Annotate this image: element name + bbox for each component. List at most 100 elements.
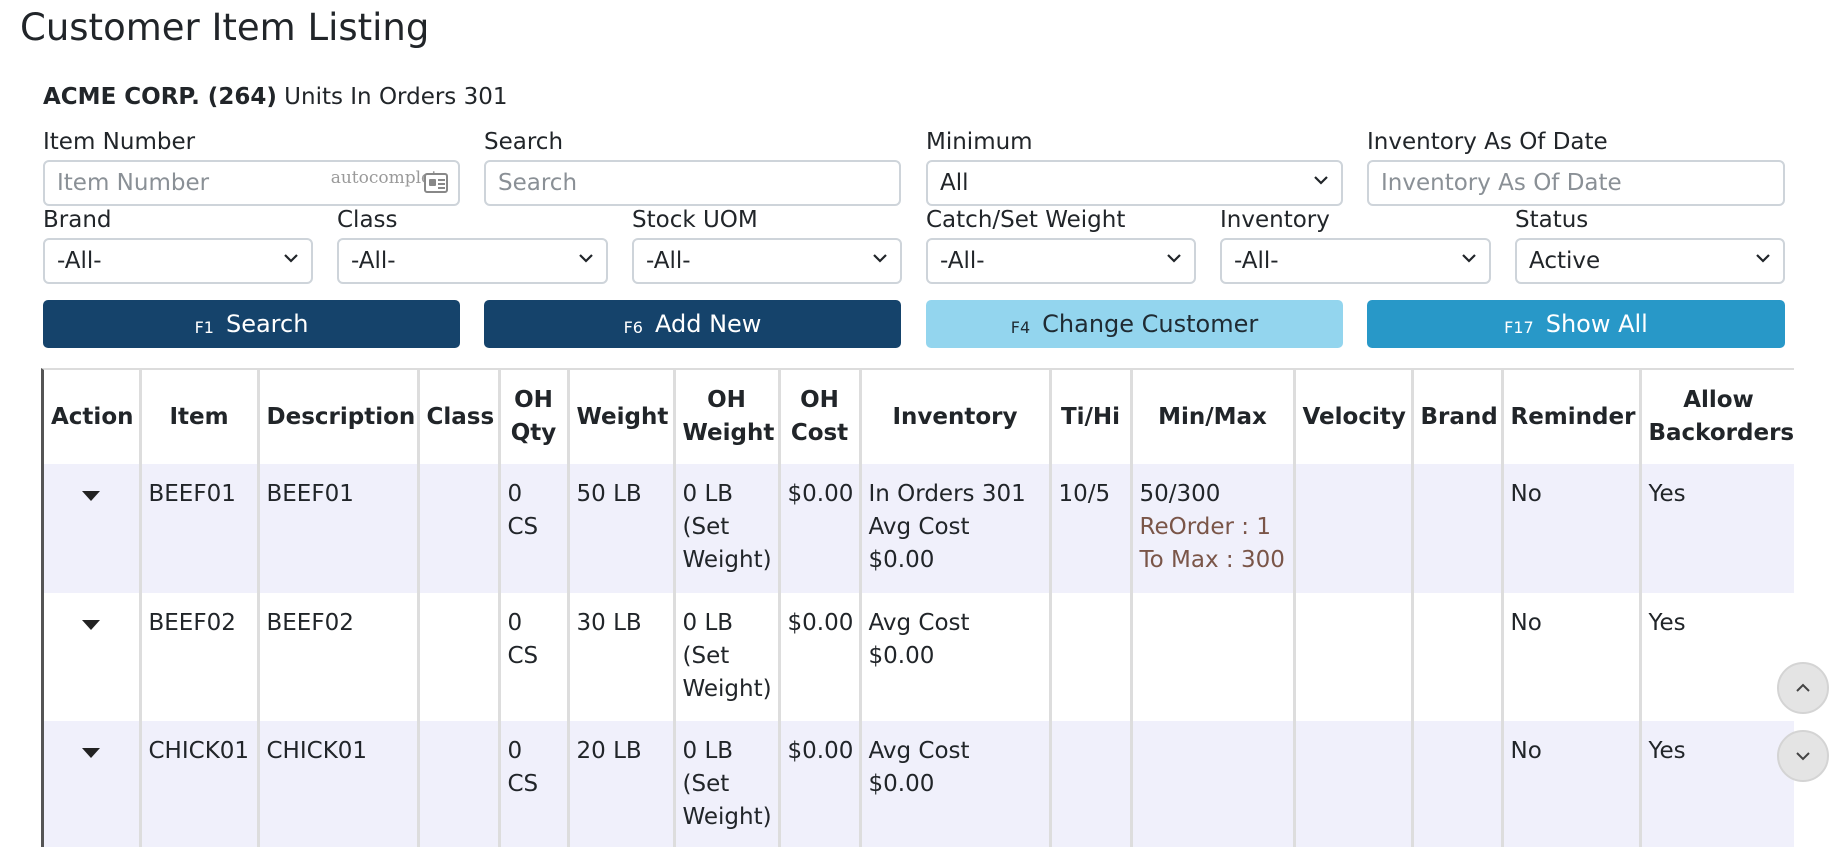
catch-weight-field: Catch/Set Weight -All- — [926, 206, 1196, 284]
cell-description: CHICK01 — [258, 721, 420, 847]
inventory-line: Avg Cost $0.00 — [868, 610, 970, 669]
show-all-button-label: Show All — [1545, 310, 1648, 338]
chevron-down-icon — [1313, 172, 1329, 192]
header-velocity[interactable]: Velocity — [1294, 370, 1414, 464]
item-number-label: Item Number — [43, 129, 196, 155]
oh-weight-line: Weight) — [682, 804, 772, 830]
oh-weight-line: (Set — [682, 771, 730, 797]
chevron-down-icon — [872, 250, 888, 270]
class-label: Class — [337, 207, 398, 233]
cell-item: CHICK01 — [140, 721, 260, 847]
cell-min-max: 50/300 ReOrder : 1 To Max : 300 — [1131, 464, 1296, 593]
header-action[interactable]: Action — [44, 370, 142, 464]
item-table-container: Action Item Description Class OH Qty Weig… — [41, 368, 1794, 847]
cell-oh-qty: 0 CS — [499, 721, 570, 847]
cell-item: BEEF01 — [140, 464, 260, 593]
cell-oh-cost: $0.00 — [779, 593, 862, 721]
add-new-button[interactable]: F6 Add New — [484, 300, 901, 348]
cell-velocity — [1294, 593, 1414, 721]
header-reminder[interactable]: Reminder — [1502, 370, 1642, 464]
contact-card-icon[interactable] — [424, 173, 448, 193]
inventory-field: Inventory -All- — [1220, 206, 1491, 284]
table-row[interactable]: CHICK01 CHICK01 0 CS 20 LB 0 LB (Set Weigh… — [44, 721, 1794, 847]
catch-weight-value: -All- — [940, 248, 985, 274]
cell-description: BEEF02 — [258, 593, 420, 721]
search-field: Search Search — [484, 128, 901, 206]
header-item[interactable]: Item — [140, 370, 260, 464]
header-allow-backorders[interactable]: Allow Backorders — [1640, 370, 1794, 464]
chevron-down-icon — [1755, 250, 1771, 270]
table-row[interactable]: BEEF01 BEEF01 0 CS 50 LB 0 LB (Set Weight)… — [44, 464, 1794, 593]
show-all-shortcut: F17 — [1504, 317, 1534, 337]
scroll-down-button[interactable] — [1777, 730, 1829, 782]
stock-uom-select[interactable]: -All- — [632, 238, 902, 284]
table-row[interactable]: BEEF02 BEEF02 0 CS 30 LB 0 LB (Set Weight)… — [44, 593, 1794, 721]
header-oh-cost[interactable]: OH Cost — [779, 370, 862, 464]
class-select[interactable]: -All- — [337, 238, 608, 284]
header-oh-weight[interactable]: OH Weight — [674, 370, 781, 464]
header-weight[interactable]: Weight — [568, 370, 676, 464]
header-ti-hi[interactable]: Ti/Hi — [1050, 370, 1133, 464]
brand-select[interactable]: -All- — [43, 238, 313, 284]
change-customer-button[interactable]: F4 Change Customer — [926, 300, 1343, 348]
header-inventory[interactable]: Inventory — [860, 370, 1052, 464]
inventory-line: In Orders 301 — [868, 481, 1026, 507]
cell-oh-weight: 0 LB (Set Weight) — [674, 464, 781, 593]
brand-value: -All- — [57, 248, 102, 274]
show-all-button[interactable]: F17 Show All — [1367, 300, 1785, 348]
status-field: Status Active — [1515, 206, 1785, 284]
row-action-cell — [44, 721, 142, 847]
search-input[interactable]: Search — [484, 160, 901, 206]
header-class[interactable]: Class — [418, 370, 501, 464]
inventory-line: Avg Cost $0.00 — [868, 514, 970, 573]
scroll-up-button[interactable] — [1777, 662, 1829, 714]
search-label: Search — [484, 129, 564, 155]
cell-oh-qty: 0 CS — [499, 593, 570, 721]
header-min-max[interactable]: Min/Max — [1131, 370, 1296, 464]
row-action-cell — [44, 593, 142, 721]
status-label: Status — [1515, 207, 1589, 233]
cell-min-max — [1131, 721, 1296, 847]
minimum-label: Minimum — [926, 129, 1033, 155]
search-button[interactable]: F1 Search — [43, 300, 460, 348]
item-number-input[interactable]: Item Number autocomplete — [43, 160, 460, 206]
caret-down-icon[interactable] — [82, 491, 101, 501]
reorder-value: ReOrder : 1 — [1139, 514, 1271, 540]
oh-weight-line: (Set — [682, 514, 730, 540]
header-brand[interactable]: Brand — [1412, 370, 1504, 464]
caret-down-icon[interactable] — [82, 748, 101, 758]
cell-inventory: Avg Cost $0.00 — [860, 721, 1052, 847]
inventory-date-placeholder: Inventory As Of Date — [1381, 170, 1622, 196]
cell-oh-weight: 0 LB (Set Weight) — [674, 593, 781, 721]
status-select[interactable]: Active — [1515, 238, 1785, 284]
change-customer-shortcut: F4 — [1010, 317, 1031, 337]
item-number-field: Item Number Item Number autocomplete — [43, 128, 460, 206]
inventory-date-input[interactable]: Inventory As Of Date — [1367, 160, 1785, 206]
add-new-shortcut: F6 — [623, 317, 643, 337]
cell-weight: 20 LB — [568, 721, 676, 847]
cell-inventory: In Orders 301 Avg Cost $0.00 — [860, 464, 1052, 593]
chevron-down-icon — [578, 250, 594, 270]
minimum-select[interactable]: All — [926, 160, 1343, 206]
caret-down-icon[interactable] — [82, 620, 101, 630]
inventory-label: Inventory — [1220, 207, 1330, 233]
oh-weight-line: Weight) — [682, 676, 772, 702]
stock-uom-value: -All- — [646, 248, 691, 274]
cell-weight: 30 LB — [568, 593, 676, 721]
cell-oh-weight: 0 LB (Set Weight) — [674, 721, 781, 847]
add-new-button-label: Add New — [654, 310, 762, 338]
cell-class — [418, 464, 501, 593]
class-field: Class -All- — [337, 206, 608, 284]
item-number-placeholder: Item Number — [57, 170, 210, 196]
header-oh-qty[interactable]: OH Qty — [499, 370, 570, 464]
header-oh-cost-line2: Cost — [790, 420, 849, 446]
cell-ti-hi — [1050, 721, 1133, 847]
cell-allow-backorders: Yes — [1640, 721, 1794, 847]
search-button-label: Search — [225, 310, 309, 338]
minimum-field: Minimum All — [926, 128, 1343, 206]
oh-weight-line: 0 LB — [682, 610, 734, 636]
catch-weight-select[interactable]: -All- — [926, 238, 1196, 284]
inventory-select[interactable]: -All- — [1220, 238, 1491, 284]
chevron-down-icon — [1796, 752, 1810, 761]
header-description[interactable]: Description — [258, 370, 420, 464]
